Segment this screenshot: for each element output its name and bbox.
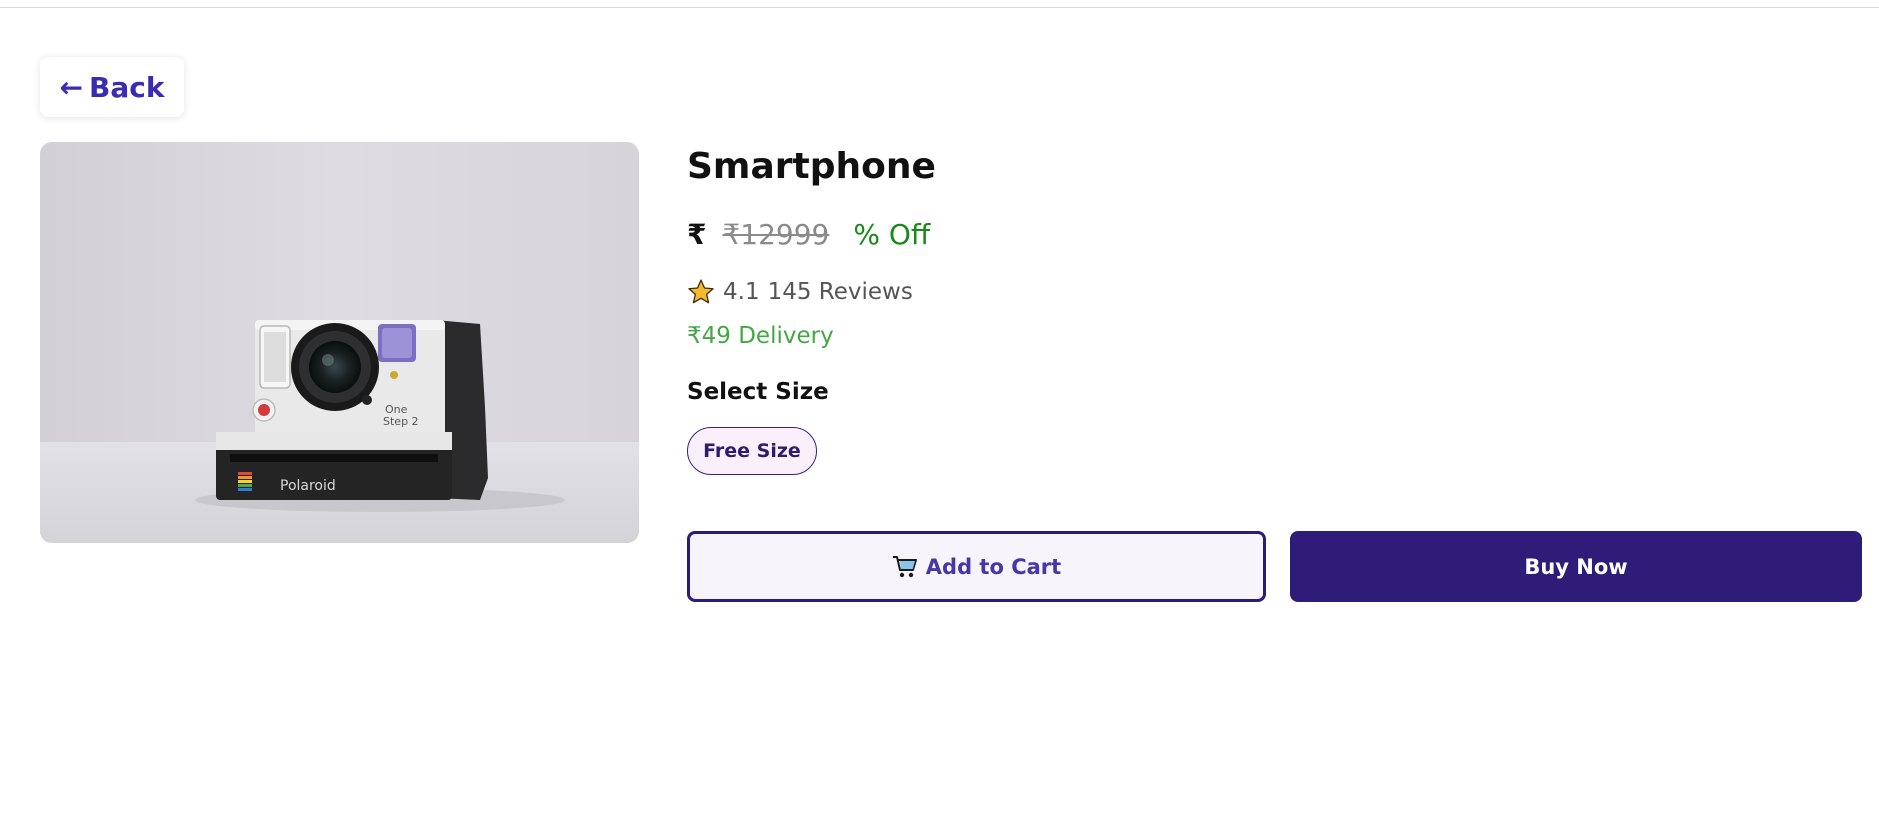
delivery-charge: ₹49 Delivery [687, 323, 834, 349]
buy-now-label: Buy Now [1524, 554, 1628, 579]
back-button[interactable]: ← Back [40, 57, 184, 117]
camera-brand-text: Polaroid [280, 478, 336, 494]
back-arrow-icon: ← [59, 70, 83, 104]
camera-model-text-2: Step 2 [383, 415, 419, 428]
rating-value: 4.1 [723, 279, 760, 305]
cart-icon [892, 555, 917, 577]
rating-row: 4.1 145 Reviews [687, 278, 913, 306]
back-label: Back [89, 70, 165, 104]
size-option-free-size[interactable]: Free Size [687, 427, 817, 475]
review-count: 145 Reviews [767, 279, 913, 305]
add-to-cart-button[interactable]: Add to Cart [687, 531, 1266, 602]
discount-label: % Off [853, 218, 931, 251]
product-image: One Step 2 Polaroid [40, 142, 639, 543]
product-title: Smartphone [687, 146, 936, 187]
original-price: ₹12999 [722, 218, 830, 251]
add-to-cart-label: Add to Cart [925, 554, 1062, 579]
buy-now-button[interactable]: Buy Now [1290, 531, 1862, 602]
top-border [0, 0, 1879, 8]
price-symbol: ₹ [687, 218, 707, 251]
star-icon [688, 279, 714, 304]
price-row: ₹ ₹12999 % Off [687, 218, 930, 251]
size-heading: Select Size [687, 379, 829, 405]
